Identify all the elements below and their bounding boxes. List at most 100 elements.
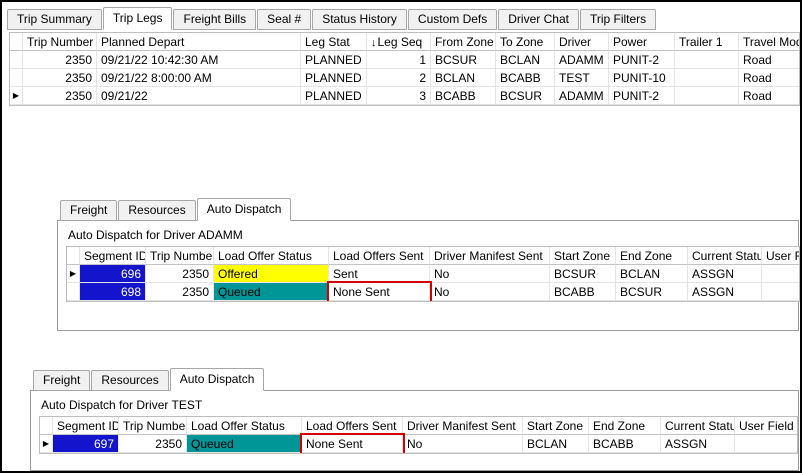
tab-auto-dispatch[interactable]: Auto Dispatch — [170, 368, 265, 391]
cell-power[interactable]: PUNIT-2 — [609, 51, 675, 69]
col-user-field[interactable]: User Field — [762, 247, 800, 265]
cell-load-offers-sent[interactable]: Sent — [329, 265, 430, 283]
cell-leg-stat[interactable]: PLANNED — [301, 87, 367, 105]
cell-travel-mode[interactable]: Road — [739, 69, 800, 87]
cell-trip-number[interactable]: 2350 — [23, 87, 97, 105]
cell-from-zone[interactable]: BCSUR — [431, 51, 496, 69]
col-driver-manifest-sent[interactable]: Driver Manifest Sent — [430, 247, 550, 265]
col-end-zone[interactable]: End Zone — [616, 247, 688, 265]
cell-current-status[interactable]: ASSGN — [688, 283, 762, 301]
cell-driver[interactable]: TEST — [555, 69, 609, 87]
cell-to-zone[interactable]: BCABB — [496, 69, 555, 87]
cell-trip-number[interactable]: 2350 — [146, 265, 214, 283]
tab-freight[interactable]: Freight — [33, 370, 90, 391]
cell-trailer-1[interactable] — [675, 51, 739, 69]
cell-load-offer-status[interactable]: Offered — [214, 265, 329, 283]
cell-trailer-1[interactable] — [675, 87, 739, 105]
tab-custom-defs[interactable]: Custom Defs — [408, 9, 497, 30]
col-load-offers-sent[interactable]: Load Offers Sent — [329, 247, 430, 265]
col-planned-depart[interactable]: Planned Depart — [97, 33, 301, 51]
col-leg-seq[interactable]: ↓Leg Seq — [367, 33, 431, 51]
cell-travel-mode[interactable]: Road — [739, 87, 800, 105]
row-selector[interactable] — [67, 283, 80, 301]
cell-trip-number[interactable]: 2350 — [23, 69, 97, 87]
table-row[interactable]: ▶ 2350 09/21/22 PLANNED 3 BCABB BCSUR AD… — [10, 87, 799, 105]
cell-start-zone[interactable]: BCLAN — [523, 435, 589, 453]
col-load-offers-sent[interactable]: Load Offers Sent — [302, 417, 403, 435]
tab-freight-bills[interactable]: Freight Bills — [173, 9, 256, 30]
cell-leg-stat[interactable]: PLANNED — [301, 69, 367, 87]
col-current-status[interactable]: Current Status — [688, 247, 762, 265]
cell-current-status[interactable]: ASSGN — [661, 435, 735, 453]
col-power[interactable]: Power — [609, 33, 675, 51]
tab-seal-number[interactable]: Seal # — [257, 9, 311, 30]
table-row[interactable]: ▶ 697 2350 Queued None Sent No BCLAN BCA… — [40, 435, 797, 453]
row-selector[interactable] — [10, 51, 23, 69]
cell-user-field[interactable] — [762, 265, 800, 283]
col-travel-mode[interactable]: Travel Mode — [739, 33, 800, 51]
col-trip-number[interactable]: Trip Number — [146, 247, 214, 265]
col-current-status[interactable]: Current Status — [661, 417, 735, 435]
cell-load-offer-status[interactable]: Queued — [214, 283, 329, 301]
cell-load-offer-status[interactable]: Queued — [187, 435, 302, 453]
cell-current-status[interactable]: ASSGN — [688, 265, 762, 283]
tab-trip-legs[interactable]: Trip Legs — [103, 7, 173, 30]
row-selector[interactable] — [10, 69, 23, 87]
col-end-zone[interactable]: End Zone — [589, 417, 661, 435]
col-segment-id[interactable]: Segment ID — [80, 247, 146, 265]
col-segment-id[interactable]: Segment ID — [53, 417, 119, 435]
current-row-arrow-icon[interactable]: ▶ — [67, 265, 80, 283]
cell-to-zone[interactable]: BCSUR — [496, 87, 555, 105]
cell-leg-seq[interactable]: 1 — [367, 51, 431, 69]
tab-resources[interactable]: Resources — [91, 370, 168, 391]
cell-from-zone[interactable]: BCABB — [431, 87, 496, 105]
cell-driver-manifest-sent[interactable]: No — [430, 283, 550, 301]
cell-driver[interactable]: ADAMM — [555, 51, 609, 69]
col-trailer-1[interactable]: Trailer 1 — [675, 33, 739, 51]
cell-leg-seq[interactable]: 3 — [367, 87, 431, 105]
cell-user-field[interactable] — [735, 435, 798, 453]
table-row[interactable]: 2350 09/21/22 8:00:00 AM PLANNED 2 BCLAN… — [10, 69, 799, 87]
cell-trailer-1[interactable] — [675, 69, 739, 87]
col-user-field[interactable]: User Field — [735, 417, 798, 435]
cell-planned-depart[interactable]: 09/21/22 8:00:00 AM — [97, 69, 301, 87]
cell-driver-manifest-sent[interactable]: No — [430, 265, 550, 283]
col-trip-number[interactable]: Trip Number — [23, 33, 97, 51]
col-trip-number[interactable]: Trip Number — [119, 417, 187, 435]
cell-power[interactable]: PUNIT-10 — [609, 69, 675, 87]
tab-auto-dispatch[interactable]: Auto Dispatch — [197, 198, 292, 221]
cell-start-zone[interactable]: BCABB — [550, 283, 616, 301]
table-row[interactable]: 2350 09/21/22 10:42:30 AM PLANNED 1 BCSU… — [10, 51, 799, 69]
cell-to-zone[interactable]: BCLAN — [496, 51, 555, 69]
table-row[interactable]: ▶ 696 2350 Offered Sent No BCSUR BCLAN A… — [67, 265, 799, 283]
cell-driver[interactable]: ADAMM — [555, 87, 609, 105]
cell-leg-seq[interactable]: 2 — [367, 69, 431, 87]
cell-load-offers-sent-highlighted[interactable]: None Sent — [329, 283, 430, 301]
col-load-offer-status[interactable]: Load Offer Status — [214, 247, 329, 265]
cell-driver-manifest-sent[interactable]: No — [403, 435, 523, 453]
tab-driver-chat[interactable]: Driver Chat — [498, 9, 579, 30]
cell-leg-stat[interactable]: PLANNED — [301, 51, 367, 69]
tab-resources[interactable]: Resources — [118, 200, 195, 221]
cell-start-zone[interactable]: BCSUR — [550, 265, 616, 283]
col-load-offer-status[interactable]: Load Offer Status — [187, 417, 302, 435]
cell-trip-number[interactable]: 2350 — [23, 51, 97, 69]
cell-segment-id[interactable]: 698 — [80, 283, 146, 301]
cell-end-zone[interactable]: BCABB — [589, 435, 661, 453]
col-from-zone[interactable]: From Zone — [431, 33, 496, 51]
tab-freight[interactable]: Freight — [60, 200, 117, 221]
cell-power[interactable]: PUNIT-2 — [609, 87, 675, 105]
cell-segment-id[interactable]: 696 — [80, 265, 146, 283]
col-driver-manifest-sent[interactable]: Driver Manifest Sent — [403, 417, 523, 435]
cell-end-zone[interactable]: BCLAN — [616, 265, 688, 283]
cell-end-zone[interactable]: BCSUR — [616, 283, 688, 301]
cell-load-offers-sent-highlighted[interactable]: None Sent — [302, 435, 403, 453]
col-start-zone[interactable]: Start Zone — [523, 417, 589, 435]
cell-user-field[interactable] — [762, 283, 800, 301]
cell-planned-depart[interactable]: 09/21/22 — [97, 87, 301, 105]
col-driver[interactable]: Driver — [555, 33, 609, 51]
current-row-arrow-icon[interactable]: ▶ — [10, 87, 23, 105]
col-to-zone[interactable]: To Zone — [496, 33, 555, 51]
cell-travel-mode[interactable]: Road — [739, 51, 800, 69]
col-start-zone[interactable]: Start Zone — [550, 247, 616, 265]
